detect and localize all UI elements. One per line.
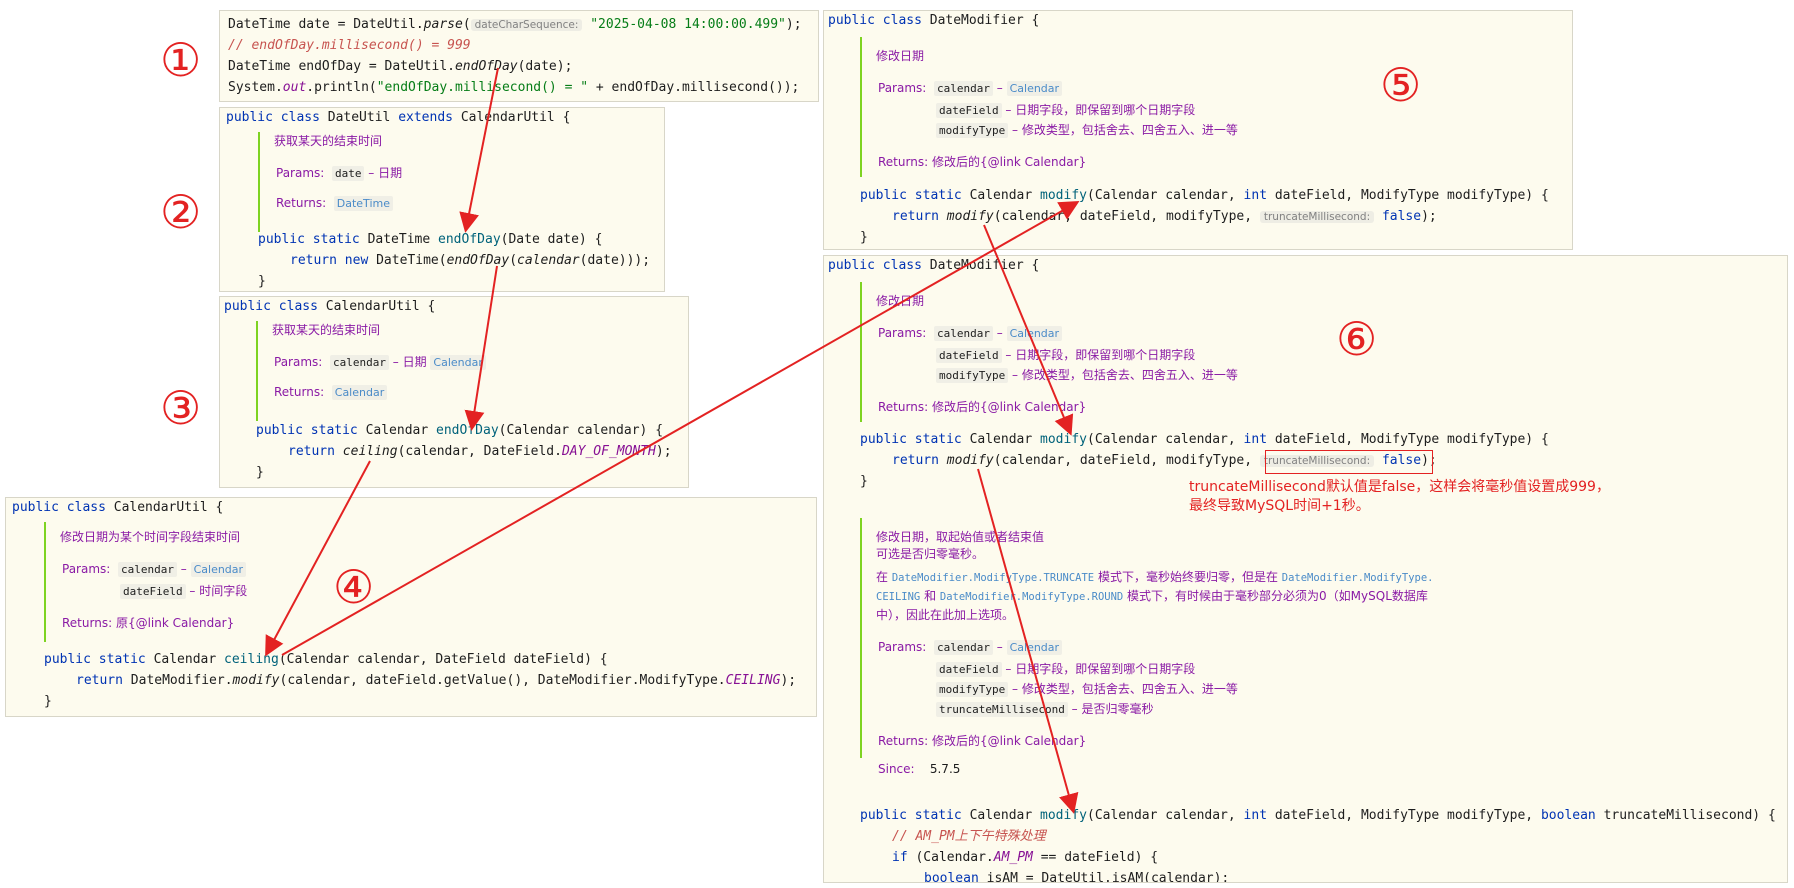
code-line: boolean isAM = DateUtil.isAM(calendar); [924,871,1230,883]
doc-params: Params: calendar – Calendar [878,81,1063,96]
doc-description: 获取某天的结束时间 [272,323,381,337]
calendarutil-endofday-panel: public class CalendarUtil { 获取某天的结束时间 Pa… [219,296,689,488]
doc-description: 修改日期 [876,49,925,63]
doc-returns: Returns: Calendar [274,385,388,400]
doc-param: truncateMillisecond – 是否归零毫秒 [936,700,1153,717]
method-signature: public static Calendar modify(Calendar c… [860,808,1776,823]
closing-brace: } [256,465,264,480]
code-comment: // AM_PM上下午特殊处理 [892,829,1046,844]
doc-param: dateField – 日期字段，即保留到哪个日期字段 [936,346,1195,363]
step-marker-1: ① [160,33,202,87]
class-header: public class CalendarUtil { [224,299,436,314]
method-signature: public static Calendar modify(Calendar c… [860,188,1549,203]
doc-description: 中），因此在此加上选项。 [876,608,1015,622]
param-hint: truncateMillisecond: [1259,211,1375,223]
calendarutil-ceiling-panel: public class CalendarUtil { 修改日期为某个时间字段结… [5,497,817,717]
dateutil-endofday-panel: public class DateUtil extends CalendarUt… [219,107,665,292]
javadoc-block: 获取某天的结束时间 Params: date – 日期 Returns: Dat… [258,132,638,232]
doc-params: Params: calendar – Calendar [878,326,1063,341]
doc-since: Since: 5.7.5 [878,762,961,776]
doc-returns: Returns: 修改后的{@link Calendar} [878,155,1087,169]
doc-description: 修改日期，取起始值或者结束值 [876,530,1045,544]
method-signature: public static Calendar endOfDay(Calendar… [256,423,664,438]
javadoc-block: 修改日期 Params: calendar – Calendar dateFie… [860,37,1300,177]
step-marker-3: ③ [160,381,202,435]
doc-param: modifyType – 修改类型，包括舍去、四舍五入、进一等 [936,121,1238,138]
javadoc-block: 获取某天的结束时间 Params: calendar – 日期 Calendar… [256,321,656,421]
doc-description: 在 DateModifier.ModifyType.TRUNCATE 模式下，毫… [876,570,1434,584]
doc-params: Params: calendar – 日期 Calendar [274,353,486,370]
doc-param: modifyType – 修改类型，包括舍去、四舍五入、进一等 [936,366,1238,383]
code-line: return new DateTime(endOfDay(calendar(da… [290,253,651,268]
step-marker-6: ⑥ [1336,312,1378,366]
code-line: return ceiling(calendar, DateField.DAY_O… [288,444,672,459]
method-signature: public static Calendar modify(Calendar c… [860,432,1549,447]
method-signature: public static Calendar ceiling(Calendar … [44,652,608,667]
doc-returns: Returns: 原{@link Calendar} [62,616,235,630]
doc-returns: Returns: 修改后的{@link Calendar} [878,734,1087,748]
class-header: public class DateUtil extends CalendarUt… [226,110,571,125]
doc-returns: Returns: DateTime [276,196,393,211]
doc-param: dateField – 时间字段 [120,582,247,599]
doc-description: 获取某天的结束时间 [274,134,383,148]
class-header: public class CalendarUtil { [12,500,224,515]
code-line: System.out.println("endOfDay.millisecond… [228,80,800,95]
code-line: return DateModifier.modify(calendar, dat… [76,673,797,688]
doc-description: 修改日期 [876,294,925,308]
doc-params: Params: calendar – Calendar [878,640,1063,655]
class-header: public class DateModifier { [828,258,1040,273]
doc-description: 可选是否归零毫秒。 [876,547,985,561]
javadoc-block: 修改日期为某个时间字段结束时间 Params: calendar – Calen… [44,522,464,642]
annotation-note: truncateMillisecond默认值是false，这样会将毫秒值设置成9… [1189,479,1610,495]
annotation-note: 最终导致MySQL时间+1秒。 [1189,498,1370,514]
step-marker-2: ② [160,185,202,239]
code-comment: // endOfDay.millisecond() = 999 [228,38,471,53]
step-marker-4: ④ [333,560,375,614]
code-snippet-main: DateTime date = DateUtil.parse(dateCharS… [219,10,819,102]
datemodifier-modify-full-panel: public class DateModifier { 修改日期 Params:… [823,255,1788,883]
doc-param: dateField – 日期字段，即保留到哪个日期字段 [936,101,1195,118]
javadoc-block-2: 修改日期，取起始值或者结束值 可选是否归零毫秒。 在 DateModifier.… [860,518,1480,776]
datemodifier-modify-panel: public class DateModifier { 修改日期 Params:… [823,10,1573,250]
closing-brace: } [258,274,266,289]
javadoc-block: 修改日期 Params: calendar – Calendar dateFie… [860,282,1300,422]
closing-brace: } [44,694,52,709]
method-signature: public static DateTime endOfDay(Date dat… [258,232,603,247]
code-line: DateTime date = DateUtil.parse(dateCharS… [228,17,802,32]
doc-param: modifyType – 修改类型，包括舍去、四舍五入、进一等 [936,680,1238,697]
closing-brace: } [860,230,868,245]
closing-brace: } [860,474,868,489]
class-header: public class DateModifier { [828,13,1040,28]
step-marker-5: ⑤ [1380,58,1422,112]
code-line: if (Calendar.AM_PM == dateField) { [892,850,1159,865]
param-hint: dateCharSequence: [470,19,583,31]
doc-param: dateField – 日期字段，即保留到哪个日期字段 [936,660,1195,677]
doc-params: Params: calendar – Calendar [62,562,247,577]
doc-description: 修改日期为某个时间字段结束时间 [60,530,241,544]
highlight-box [1265,450,1433,474]
doc-params: Params: date – 日期 [276,166,403,181]
code-line: return modify(calendar, dateField, modif… [892,209,1437,224]
doc-returns: Returns: 修改后的{@link Calendar} [878,400,1087,414]
doc-description: CEILING 和 DateModifier.ModifyType.ROUND … [876,589,1428,603]
code-line: DateTime endOfDay = DateUtil.endOfDay(da… [228,59,573,74]
